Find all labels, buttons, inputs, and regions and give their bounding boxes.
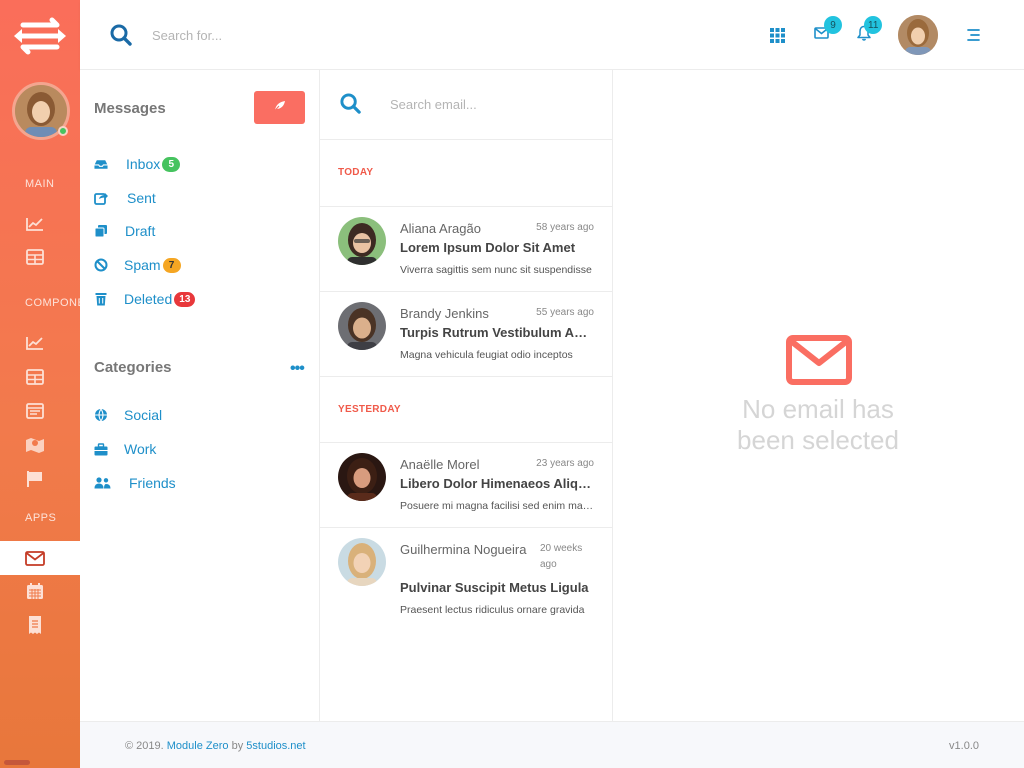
calendar-icon[interactable] — [25, 581, 45, 601]
copyright-text: © 2019. — [125, 740, 164, 752]
apps-grid-icon[interactable] — [768, 26, 786, 44]
search-icon[interactable] — [109, 23, 133, 52]
flag-icon[interactable] — [25, 469, 45, 489]
email-item[interactable]: Anaëlle Morel 23 years ago Libero Dolor … — [320, 443, 612, 528]
sender-avatar — [338, 538, 386, 586]
sender-avatar — [338, 302, 386, 350]
envelope-icon — [786, 335, 852, 390]
email-preview: Posuere mi magna facilisi sed enim mauri… — [400, 500, 595, 512]
studio-link[interactable]: 5studios.net — [246, 740, 305, 752]
footer: © 2019. Module Zero by 5studios.net v1.0… — [80, 721, 1024, 768]
email-item[interactable]: Guilhermina Nogueira 20 weeks ago Pulvin… — [320, 528, 612, 616]
categories-title: Categories — [94, 359, 172, 376]
folder-deleted[interactable]: Deleted 13 — [94, 288, 196, 310]
email-preview: Praesent lectus ridiculus ornare gravida — [400, 604, 585, 616]
email-preview: Magna vehicula feugiat odio inceptos — [400, 349, 573, 361]
email-time: 55 years ago — [536, 307, 594, 318]
by-text: by — [231, 740, 244, 752]
briefcase-icon — [94, 442, 108, 456]
category-work[interactable]: Work — [94, 438, 156, 460]
sidebar-section-apps: APPS — [25, 512, 57, 524]
copy-icon — [94, 224, 108, 238]
folder-draft[interactable]: Draft — [94, 220, 155, 242]
header-search-input[interactable] — [152, 24, 452, 46]
sidebar-scrollbar[interactable] — [4, 760, 30, 765]
email-search-input[interactable] — [390, 94, 590, 114]
trash-icon — [94, 292, 108, 306]
messages-title: Messages — [94, 100, 166, 117]
browser-icon[interactable] — [25, 401, 45, 421]
header-user-avatar[interactable] — [898, 15, 938, 55]
inbox-icon — [94, 157, 108, 171]
email-item[interactable]: Aliana Aragão 58 years ago Lorem Ipsum D… — [320, 207, 612, 292]
folder-label: Deleted — [124, 291, 173, 307]
search-icon[interactable] — [339, 92, 362, 120]
compose-button[interactable] — [254, 91, 305, 124]
deleted-count-badge: 13 — [174, 291, 196, 307]
category-label: Friends — [129, 475, 176, 491]
folder-label: Draft — [125, 223, 156, 239]
email-time: 58 years ago — [536, 222, 594, 233]
sidebar-section-components: COMPONENTS — [25, 297, 80, 309]
folder-label: Spam — [124, 257, 161, 273]
email-item[interactable]: Brandy Jenkins 55 years ago Turpis Rutru… — [320, 292, 612, 377]
group-label-today: TODAY — [338, 167, 374, 178]
sidebar-section-main: MAIN — [25, 178, 55, 190]
sender-avatar — [338, 453, 386, 501]
spam-count-badge: 7 — [162, 257, 181, 273]
app-version: v1.0.0 — [949, 740, 979, 752]
empty-state-message: No email has been selected — [737, 394, 899, 455]
line-chart-icon[interactable] — [25, 214, 45, 234]
email-subject: Pulvinar Suscipit Metus Ligula — [400, 580, 589, 595]
menu-toggle-icon[interactable] — [964, 26, 982, 44]
email-subject: Libero Dolor Himenaeos Aliquam — [400, 476, 595, 491]
category-label: Social — [124, 407, 163, 423]
ban-icon — [94, 258, 108, 272]
email-subject: Turpis Rutrum Vestibulum Augue — [400, 325, 595, 340]
group-label-yesterday: YESTERDAY — [338, 404, 401, 415]
email-search-bar — [320, 70, 612, 140]
folder-spam[interactable]: Spam 7 — [94, 254, 181, 276]
app-logo[interactable] — [11, 16, 69, 56]
category-social[interactable]: Social — [94, 404, 162, 426]
sidebar: MAIN COMPONENTS APPS — [0, 0, 80, 768]
brand-link[interactable]: Module Zero — [167, 740, 229, 752]
mail-count-badge: 9 — [824, 16, 842, 34]
email-sender: Anaëlle Morel — [400, 457, 480, 472]
email-preview: Viverra sagittis sem nunc sit suspendiss… — [400, 264, 592, 276]
category-friends[interactable]: Friends — [94, 472, 176, 494]
email-subject: Lorem Ipsum Dolor Sit Amet — [400, 240, 576, 255]
folder-label: Sent — [127, 190, 156, 206]
sender-avatar — [338, 217, 386, 265]
share-icon — [94, 191, 108, 205]
top-header: 9 11 — [80, 0, 1024, 70]
email-detail-panel: No email has been selected — [613, 70, 1024, 721]
folder-label: Inbox — [126, 156, 161, 172]
line-chart-icon[interactable] — [25, 333, 45, 353]
feather-icon — [273, 99, 286, 117]
online-status-dot — [58, 126, 68, 136]
inbox-count-badge: 5 — [162, 156, 181, 172]
table-icon[interactable] — [25, 367, 45, 387]
notification-count-badge: 11 — [864, 16, 883, 34]
email-sender: Guilhermina Nogueira — [400, 542, 527, 557]
email-list-panel: TODAY Aliana Aragão 58 years ago Lorem I… — [320, 70, 613, 721]
users-icon — [94, 476, 111, 490]
messages-panel: Messages Inbox 5 Sent Draft Spam 7 Delet… — [80, 70, 320, 721]
email-time: 23 years ago — [536, 458, 594, 469]
folder-inbox[interactable]: Inbox 5 — [94, 153, 181, 175]
mail-icon[interactable] — [25, 548, 45, 568]
category-label: Work — [124, 441, 157, 457]
folder-sent[interactable]: Sent — [94, 187, 156, 209]
email-sender: Brandy Jenkins — [400, 306, 489, 321]
map-icon[interactable] — [25, 435, 45, 455]
more-options-icon[interactable]: ••• — [290, 360, 305, 378]
email-time: 20 weeks ago — [540, 543, 583, 570]
receipt-icon[interactable] — [25, 615, 45, 635]
footer-copyright: © 2019. Module Zero by 5studios.net — [125, 740, 306, 752]
table-icon[interactable] — [25, 247, 45, 267]
globe-icon — [94, 408, 108, 422]
email-sender: Aliana Aragão — [400, 221, 481, 236]
